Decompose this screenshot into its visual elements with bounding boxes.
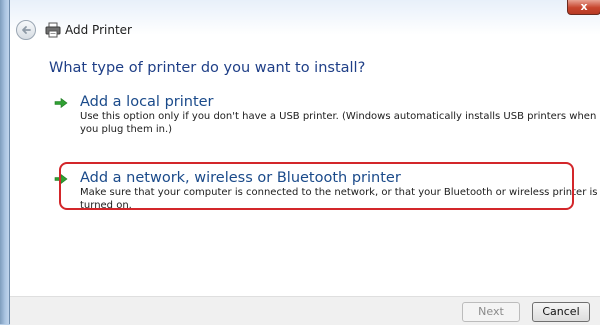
red-highlight-outline	[59, 162, 574, 210]
back-button[interactable]	[16, 20, 36, 40]
window-title: Add Printer	[65, 23, 132, 37]
back-arrow-icon	[22, 26, 31, 34]
close-button[interactable]: x	[567, 0, 600, 15]
green-arrow-icon	[54, 97, 68, 109]
page-heading: What type of printer do you want to inst…	[49, 60, 366, 76]
option-title: Add a local printer	[80, 94, 214, 110]
option-description: Use this option only if you don't have a…	[80, 111, 597, 135]
next-button[interactable]: Next	[462, 302, 520, 322]
add-printer-window: x Add Printer What type of printer do yo…	[9, 0, 600, 325]
titlebar: x Add Printer	[10, 0, 600, 50]
printer-icon	[45, 22, 61, 38]
close-icon: x	[580, 0, 588, 13]
dialog-footer: Next Cancel	[10, 296, 600, 325]
cancel-button[interactable]: Cancel	[532, 302, 590, 322]
